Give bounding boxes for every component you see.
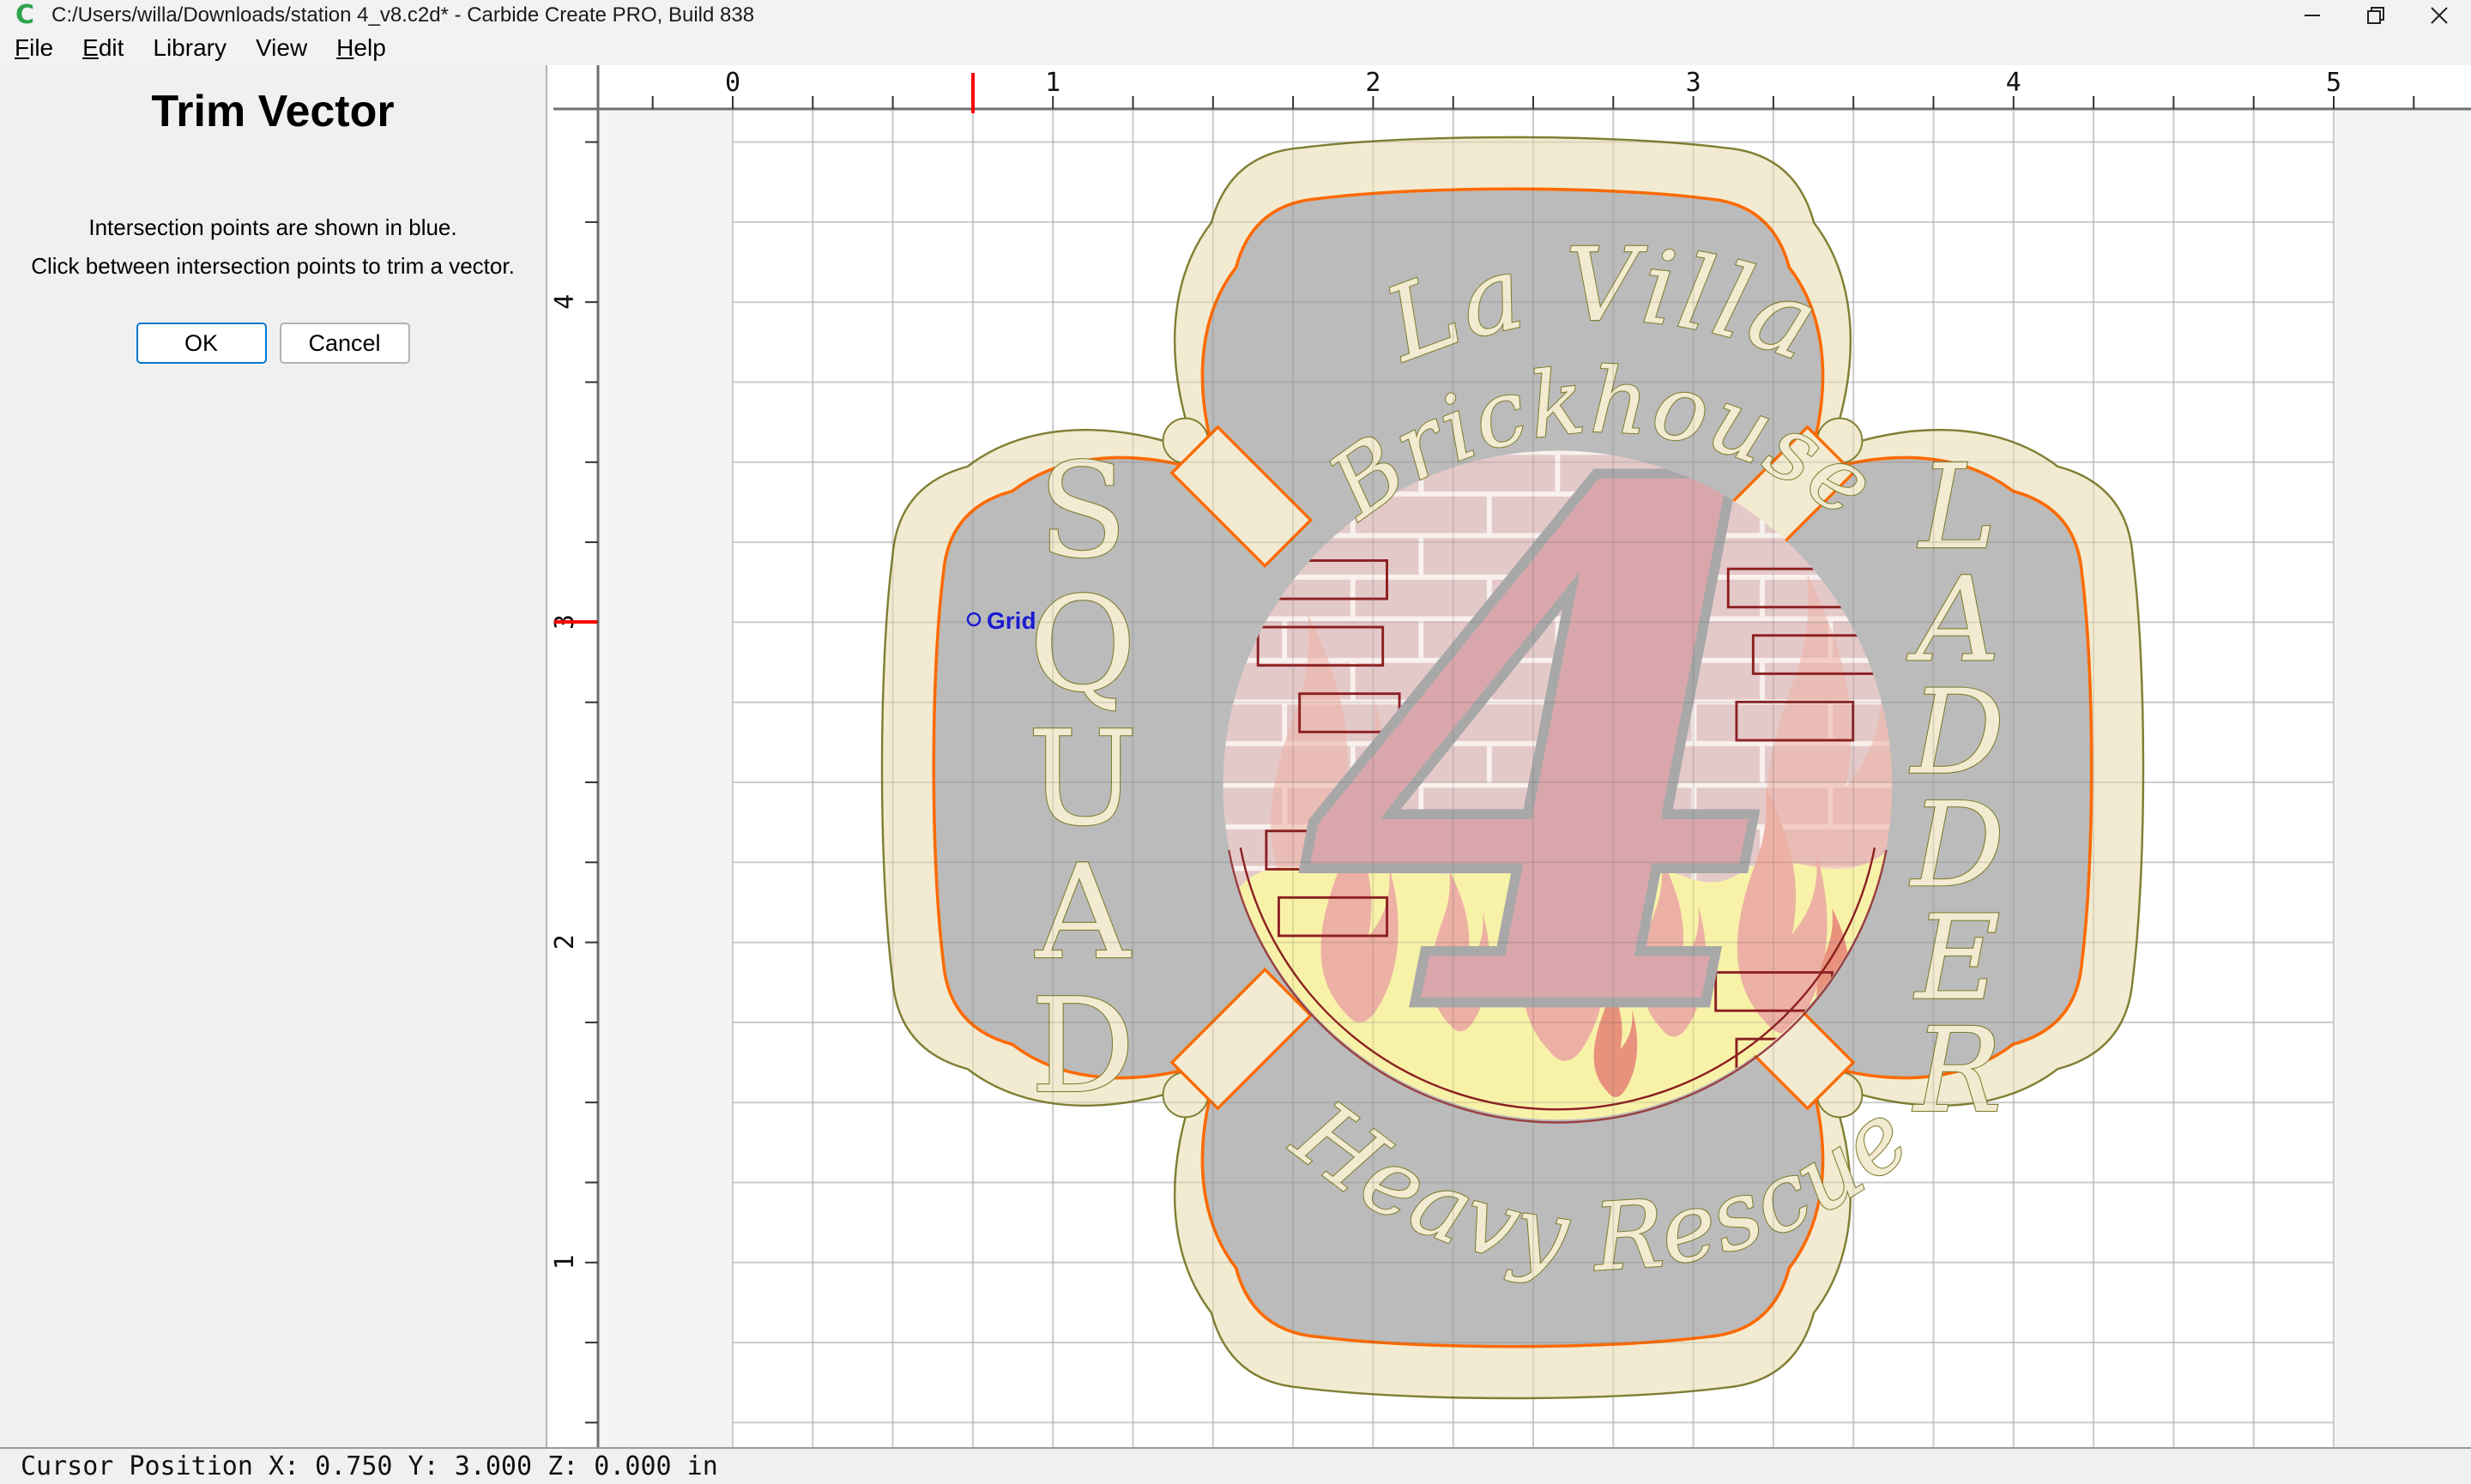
v-ruler-label-4: 4	[553, 294, 580, 310]
status-bar: Cursor Position X: 0.750 Y: 3.000 Z: 0.0…	[0, 1447, 2471, 1484]
h-ruler-label-3: 3	[1686, 68, 1701, 98]
design-canvas[interactable]: 4 La Villa Brickhouse Heavy Rescue SQUAD…	[553, 65, 2471, 1447]
h-ruler-label-1: 1	[1045, 68, 1060, 98]
horizontal-ruler	[553, 65, 2471, 109]
grid-marker-label: Grid	[987, 607, 1036, 634]
h-ruler-label-5: 5	[2326, 68, 2341, 98]
badge-left-word-letter[interactable]: S	[1038, 435, 1127, 587]
cancel-button[interactable]: Cancel	[280, 323, 410, 364]
minimize-button[interactable]	[2281, 0, 2344, 31]
v-ruler-label-1: 1	[553, 1254, 580, 1270]
instruction-line-2: Click between intersection points to tri…	[0, 253, 546, 280]
badge-left-word-letter[interactable]: A	[1035, 836, 1132, 988]
menu-item-edit[interactable]: Edit	[68, 31, 138, 65]
window-title: C:/Users/willa/Downloads/station 4_v8.c2…	[51, 3, 754, 27]
menu-item-file[interactable]: File	[0, 31, 68, 65]
close-icon	[2430, 6, 2449, 25]
ok-button[interactable]: OK	[136, 323, 267, 364]
minimize-icon	[2303, 6, 2322, 25]
title-bar: C C:/Users/willa/Downloads/station 4_v8.…	[0, 0, 2471, 31]
restore-icon	[2366, 6, 2385, 25]
menu-item-help[interactable]: Help	[322, 31, 401, 65]
trim-vector-panel: Trim Vector Intersection points are show…	[0, 65, 547, 1447]
badge-right-word-letter[interactable]: R	[1912, 1004, 2002, 1139]
h-ruler-label-0: 0	[725, 68, 740, 98]
v-ruler-label-2: 2	[553, 934, 580, 950]
badge-left-word-letter[interactable]: U	[1028, 703, 1138, 854]
close-button[interactable]	[2408, 0, 2471, 31]
menu-bar: FileEditLibraryViewHelp	[0, 31, 2471, 65]
h-ruler-label-2: 2	[1365, 68, 1380, 98]
menu-item-view[interactable]: View	[241, 31, 322, 65]
vertical-ruler	[553, 65, 598, 1447]
instruction-line-1: Intersection points are shown in blue.	[0, 214, 546, 241]
grid-lines-overlay	[733, 109, 2334, 1447]
h-ruler-label-4: 4	[2006, 68, 2021, 98]
window-controls	[2281, 0, 2471, 31]
page-title: Trim Vector	[0, 86, 546, 137]
menu-item-library[interactable]: Library	[138, 31, 241, 65]
cursor-position-readout: Cursor Position X: 0.750 Y: 3.000 Z: 0.0…	[21, 1451, 718, 1481]
app-logo-icon: C	[10, 3, 39, 28]
badge-left-word-letter[interactable]: Q	[1030, 569, 1137, 721]
badge-left-word-letter[interactable]: D	[1030, 970, 1135, 1122]
restore-button[interactable]	[2344, 0, 2408, 31]
